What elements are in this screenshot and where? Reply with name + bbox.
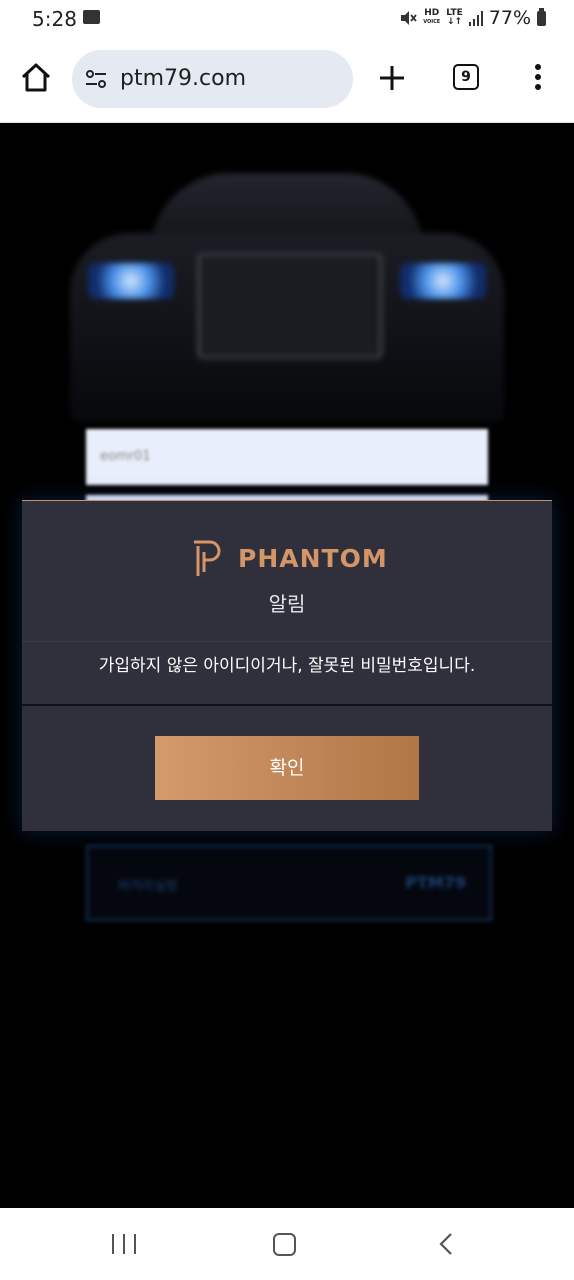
background-banner[interactable]: 바카라실방 PTM79 bbox=[86, 845, 492, 921]
web-page: eomr01 바카라실방 PTM79 PHANTOM 알림 가입하지 않은 아이… bbox=[0, 123, 574, 1208]
battery-icon bbox=[537, 7, 546, 26]
divider bbox=[22, 641, 552, 642]
brand-name: PHANTOM bbox=[238, 543, 388, 573]
home-nav-icon[interactable] bbox=[273, 1233, 296, 1256]
hd-voice-indicator: HD VOICE bbox=[423, 8, 441, 26]
status-bar: 5:28 HD VOICE LTE ↓↑ 77% bbox=[0, 0, 574, 38]
lte-indicator: LTE ↓↑ bbox=[446, 8, 463, 27]
tab-switcher-button[interactable]: 9 bbox=[453, 64, 479, 90]
modal-message: 가입하지 않은 아이디이거나, 잘못된 비밀번호입니다. bbox=[98, 656, 476, 676]
browser-toolbar: ptm79.com 9 bbox=[0, 38, 574, 123]
phantom-logo: PHANTOM bbox=[190, 538, 388, 578]
back-icon[interactable] bbox=[436, 1232, 456, 1256]
car-image bbox=[70, 173, 504, 423]
more-menu-icon[interactable] bbox=[532, 64, 544, 94]
status-time: 5:28 bbox=[32, 7, 77, 31]
confirm-button[interactable]: 확인 bbox=[155, 736, 419, 800]
address-bar[interactable]: ptm79.com bbox=[72, 50, 353, 108]
url-text[interactable]: ptm79.com bbox=[120, 66, 246, 91]
alert-modal: PHANTOM 알림 가입하지 않은 아이디이거나, 잘못된 비밀번호입니다. … bbox=[22, 500, 552, 831]
modal-title: 알림 bbox=[268, 592, 306, 616]
home-icon[interactable] bbox=[18, 60, 54, 96]
phantom-logo-mark-icon bbox=[194, 540, 221, 576]
username-input[interactable]: eomr01 bbox=[86, 429, 488, 485]
image-notification-icon bbox=[83, 10, 100, 24]
status-icons: HD VOICE LTE ↓↑ 77% bbox=[399, 7, 546, 29]
signal-icon bbox=[468, 10, 483, 26]
battery-percent: 77% bbox=[488, 7, 531, 29]
recent-apps-icon[interactable] bbox=[112, 1234, 136, 1254]
site-settings-icon[interactable] bbox=[84, 69, 108, 89]
mute-icon bbox=[401, 11, 417, 25]
new-tab-icon[interactable] bbox=[376, 62, 408, 94]
divider bbox=[22, 704, 552, 706]
system-nav-bar bbox=[0, 1208, 574, 1280]
